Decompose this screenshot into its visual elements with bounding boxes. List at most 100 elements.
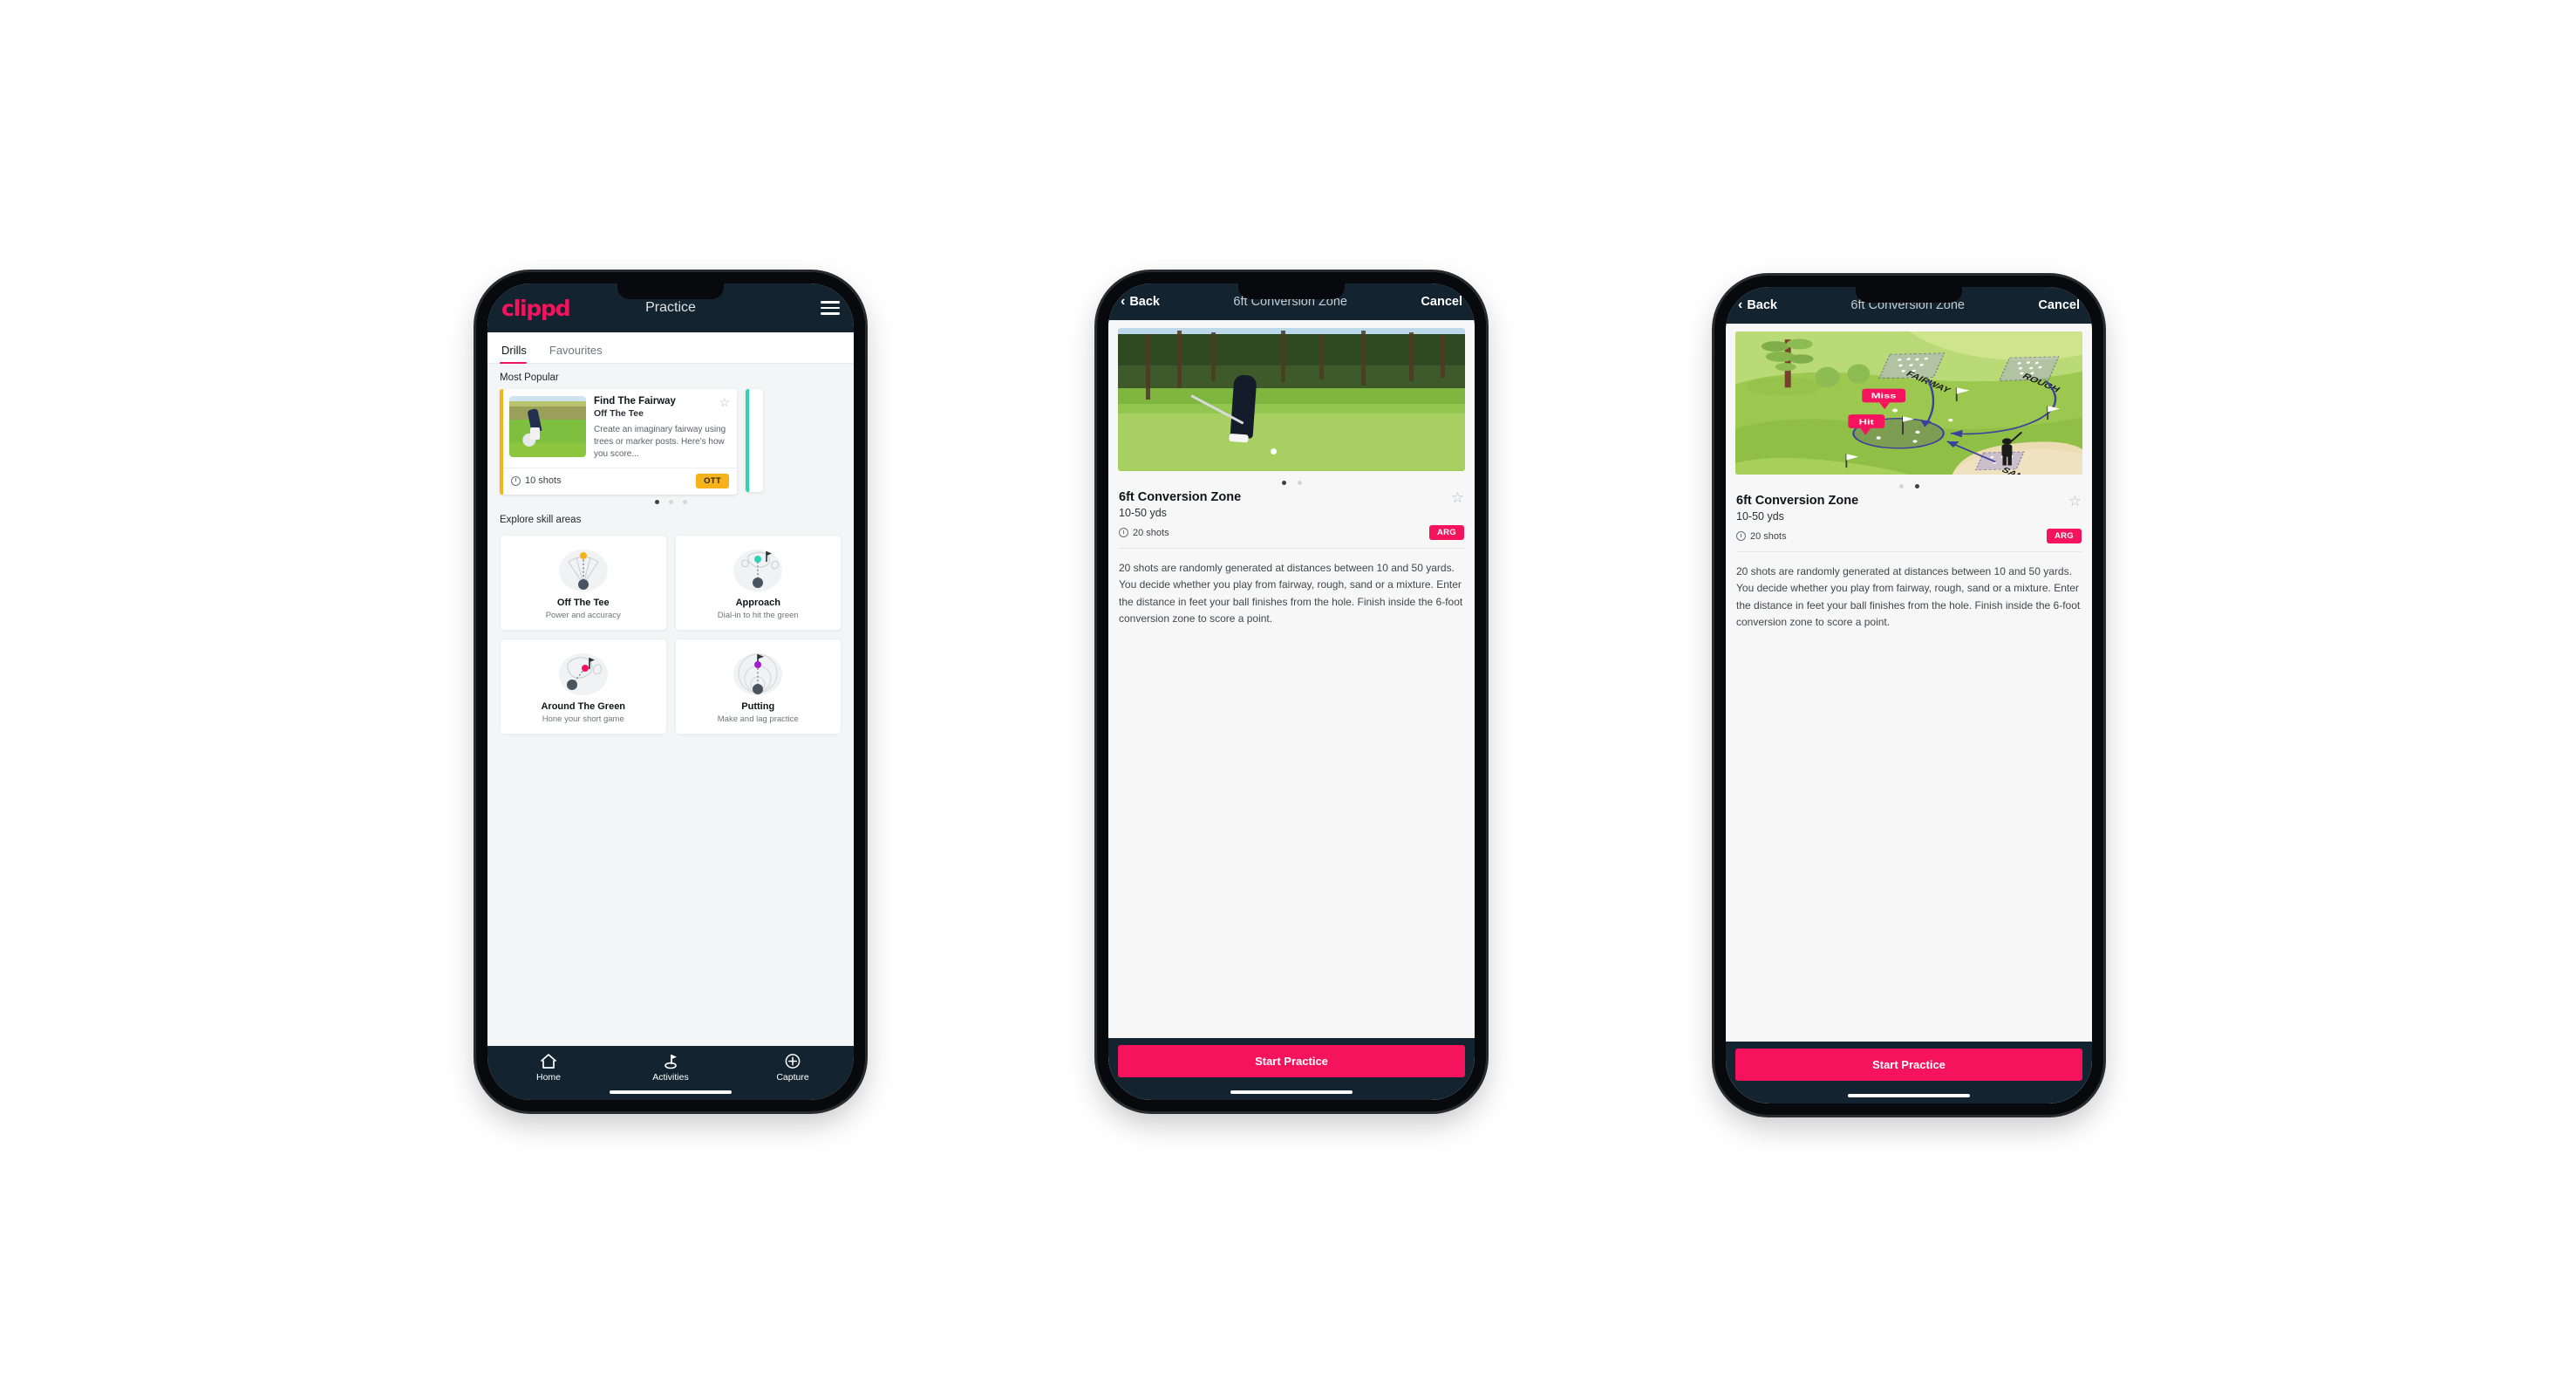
phone1-screen: clippd Practice Drills Favourites Most P… [487,284,854,1100]
practice-content: Most Popular Find The Fairway Off The Te… [487,364,854,1046]
skill-card-putting[interactable]: Putting Make and lag practice [674,639,842,734]
tab-favourites[interactable]: Favourites [548,344,613,363]
drill-thumbnail [509,396,586,457]
device-notch [617,284,724,299]
drill-description: 20 shots are randomly generated at dista… [1736,565,2081,629]
star-outline-icon[interactable]: ☆ [2068,494,2082,509]
tab-activities[interactable]: Activities [637,1053,705,1083]
drill-distance: 10-50 yds [1736,510,1784,523]
skill-name: Putting [741,701,775,712]
skill-desc: Hone your short game [542,714,624,724]
golf-hole-diagram: FAIRWAY ROUGH Miss Hit [1735,331,2082,475]
home-indicator [1848,1093,1970,1097]
drill-shots-label: 20 shots [1133,527,1169,538]
pagination-dot[interactable] [1297,481,1302,485]
status-badge: OTT [696,473,729,489]
tab-bar: Drills Favourites [487,332,854,364]
skill-card-around-the-green[interactable]: Around The Green Hone your short game [500,639,667,734]
detail-meta-row: 20 shots ARG [1108,519,1475,548]
detail-title-row: 6ft Conversion Zone ☆ [1108,488,1475,505]
home-indicator [1230,1090,1353,1094]
pagination-dot[interactable] [1914,484,1919,489]
drill-title: 6ft Conversion Zone [1119,490,1242,504]
skill-name: Approach [735,598,780,608]
skill-card-off-the-tee[interactable]: Off The Tee Power and accuracy [500,535,667,631]
skill-name: Around The Green [541,701,626,712]
status-badge: ARG [2046,529,2082,543]
drill-hero-illustration[interactable]: FAIRWAY ROUGH Miss Hit [1735,331,2082,475]
tab-home[interactable]: Home [515,1053,583,1083]
hero-pagination[interactable] [1726,475,2092,491]
most-popular-carousel[interactable]: Find The Fairway Off The Tee ☆ Create an… [487,389,854,495]
clippd-logo[interactable]: clippd [501,296,571,321]
start-practice-button[interactable]: Start Practice [1735,1049,2082,1081]
device-notch [1856,287,1962,303]
cancel-button[interactable]: Cancel [1421,295,1462,309]
clock-icon [1119,528,1128,537]
hamburger-icon[interactable] [821,301,840,315]
start-practice-button[interactable]: Start Practice [1118,1045,1465,1077]
back-button[interactable]: ‹ Back [1738,297,1777,313]
drill-title: 6ft Conversion Zone [1736,494,1859,508]
golf-flag-icon [664,1055,677,1069]
pagination-dot[interactable] [1898,484,1904,489]
pagination-dot[interactable] [1281,481,1286,485]
section-explore-label: Explore skill areas [500,515,582,525]
clock-icon [1736,531,1746,541]
tab-label: Activities [652,1072,689,1083]
back-button[interactable]: ‹ Back [1121,294,1160,310]
skill-name: Off The Tee [556,598,610,608]
tab-label: Capture [776,1072,809,1083]
screenshot-canvas: clippd Practice Drills Favourites Most P… [0,0,2576,1387]
phone2-screen: ‹ Back 6ft Conversion Zone Cancel 6ft Co… [1108,284,1475,1100]
drill-hero-photo[interactable] [1118,328,1465,471]
pagination-dot[interactable] [668,500,673,504]
drill-card-next-peek[interactable] [746,389,763,492]
skill-desc: Make and lag practice [717,714,799,724]
phone-mockup-drill-photo: ‹ Back 6ft Conversion Zone Cancel 6ft Co… [1097,272,1486,1111]
drill-shots-label: 20 shots [1750,530,1787,542]
clock-icon [511,475,521,486]
cta-container: Start Practice [1726,1042,2092,1081]
tab-label: Home [535,1072,561,1083]
pagination-dot[interactable] [682,500,687,504]
drill-description: Create an imaginary fairway using trees … [594,425,726,460]
device-notch [1238,284,1345,299]
home-indicator-area [1108,1077,1475,1100]
svg-text:Hit: Hit [1859,418,1875,426]
pagination-dot[interactable] [654,500,659,504]
phone-mockup-drill-illustration: ‹ Back 6ft Conversion Zone Cancel FAIRWA… [1714,276,2103,1115]
chevron-left-icon: ‹ [1121,294,1126,309]
skill-card-approach[interactable]: Approach Dial-in to hit the green [674,535,842,631]
drill-shots: 20 shots [1736,531,1787,542]
star-outline-icon[interactable]: ☆ [1451,490,1464,505]
drill-detail: FAIRWAY ROUGH Miss Hit 6ft Conversion Zo… [1726,324,2092,1103]
cta-container: Start Practice [1108,1038,1475,1077]
tee-fan-icon [506,544,661,595]
drill-card[interactable]: Find The Fairway Off The Tee ☆ Create an… [500,389,737,495]
cancel-button[interactable]: Cancel [2038,298,2080,312]
bottom-tab-bar: Home Activities Capture [487,1046,854,1100]
svg-text:Miss: Miss [1871,393,1897,400]
drill-distance: 10-50 yds [1119,507,1167,519]
section-most-popular-label: Most Popular [500,372,559,383]
status-badge: ARG [1428,525,1464,540]
phone3-screen: ‹ Back 6ft Conversion Zone Cancel FAIRWA… [1726,287,2092,1103]
hero-pagination[interactable] [1108,471,1475,488]
phone-mockup-practice: clippd Practice Drills Favourites Most P… [476,272,865,1111]
chevron-left-icon: ‹ [1738,297,1743,312]
home-icon [541,1054,556,1069]
drill-title: Find The Fairway [594,396,676,407]
putting-rings-icon [681,648,836,699]
tab-drills[interactable]: Drills [500,344,537,364]
back-label: Back [1747,298,1777,312]
chip-green-icon [506,648,661,699]
detail-title-row: 6ft Conversion Zone ☆ [1726,491,2092,509]
tab-capture[interactable]: Capture [759,1053,827,1083]
skill-area-grid: Off The Tee Power and accuracy Approach … [487,531,854,734]
star-outline-icon[interactable]: ☆ [719,396,730,408]
back-label: Back [1129,295,1160,309]
drill-shots-label: 10 shots [525,475,562,487]
detail-meta-row: 20 shots ARG [1726,523,2092,551]
plus-circle-icon [785,1054,801,1069]
